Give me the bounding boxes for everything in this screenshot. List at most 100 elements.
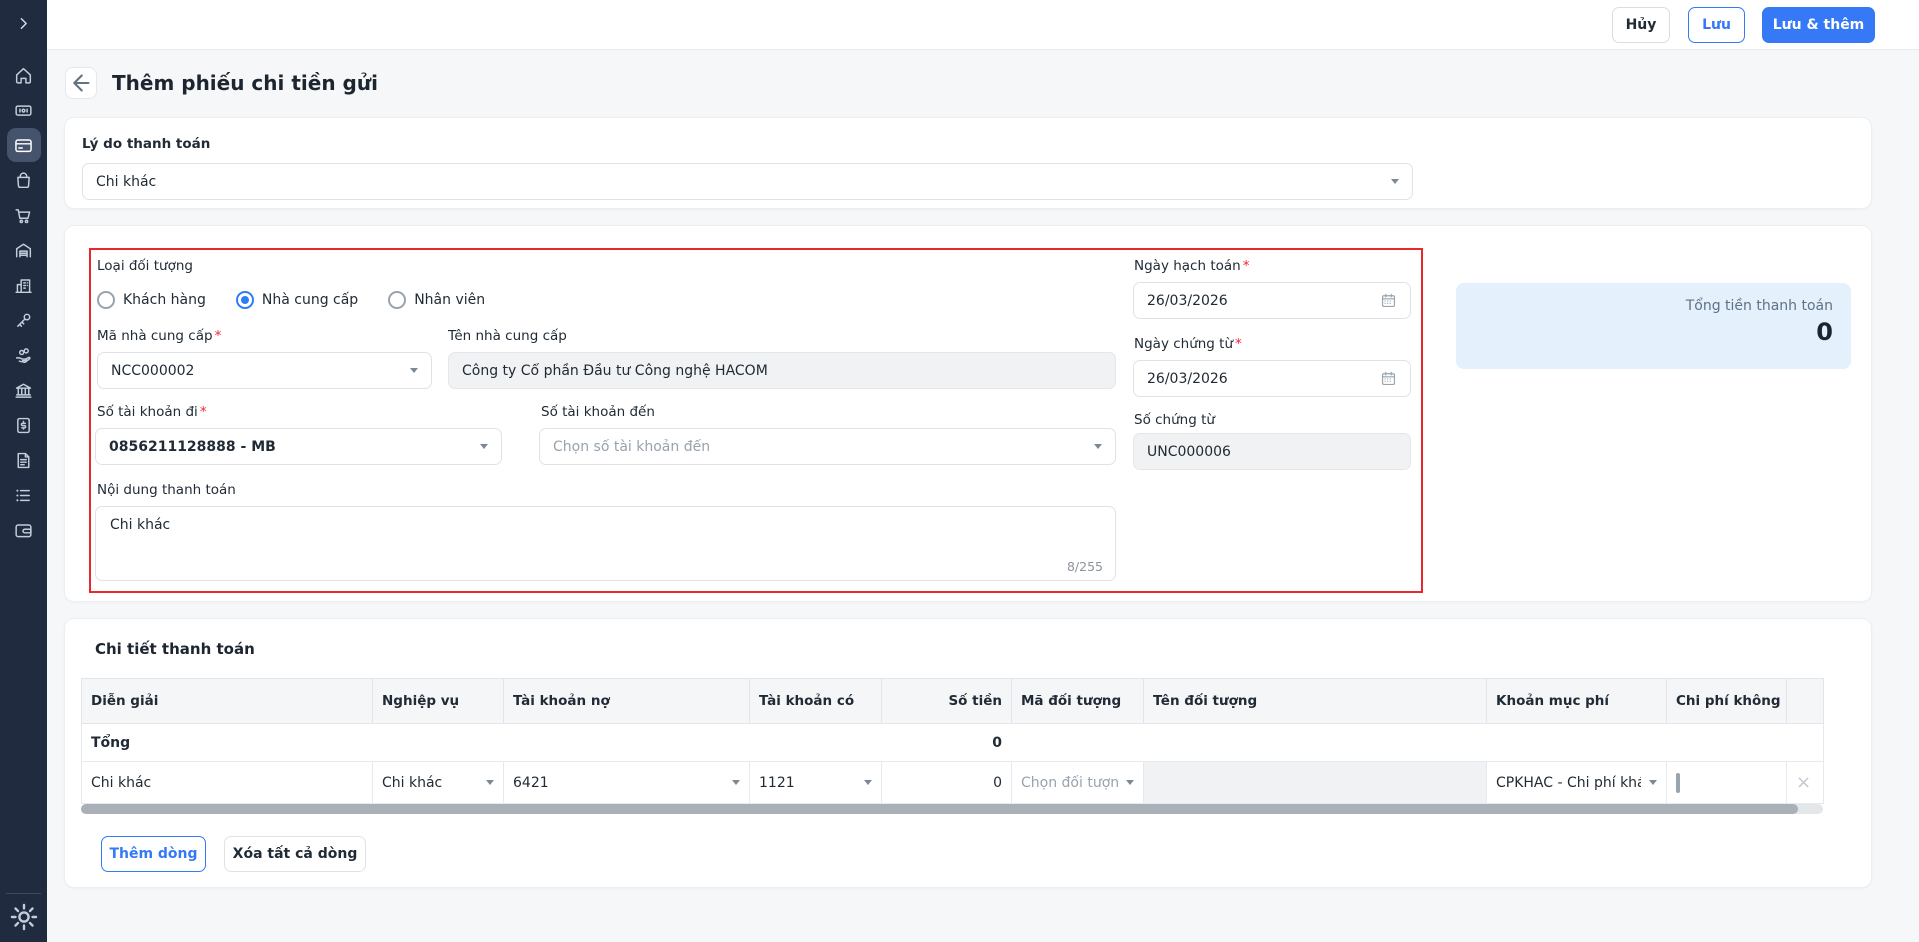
sidebar-item-bank[interactable]: [7, 373, 41, 407]
object-type-label: Loại đối tượng: [97, 258, 193, 274]
clear-rows-button[interactable]: Xóa tất cả dòng: [224, 836, 366, 872]
payment-content-value: Chi khác: [110, 517, 171, 533]
operation-value: Chi khác: [382, 774, 443, 791]
reason-label: Lý do thanh toán: [82, 136, 211, 152]
cancel-button[interactable]: Hủy: [1612, 7, 1670, 43]
invalid-expense-checkbox[interactable]: [1676, 772, 1680, 793]
sidebar-item-home[interactable]: [7, 58, 41, 92]
radio-employee[interactable]: Nhân viên: [388, 291, 485, 309]
account-to-select[interactable]: Chọn số tài khoản đến: [539, 428, 1116, 465]
back-button[interactable]: [65, 67, 97, 99]
sidebar-item-purchase[interactable]: [7, 198, 41, 232]
cell-debit-select[interactable]: 6421: [503, 761, 750, 804]
details-table: Diễn giải Nghiệp vụ Tài khoản nợ Tài kho…: [81, 678, 1824, 804]
sidebar-item-company[interactable]: [7, 268, 41, 302]
char-counter: 8/255: [1066, 559, 1103, 574]
posting-date-input[interactable]: 26/03/2026: [1133, 282, 1411, 319]
chevron-down-icon: [1391, 179, 1399, 184]
sidebar-item-cash-fund[interactable]: [7, 408, 41, 442]
payment-content-textarea[interactable]: Chi khác 8/255: [95, 506, 1116, 581]
calendar-icon[interactable]: [1380, 370, 1397, 387]
shopping-cart-icon: [15, 208, 31, 223]
chevron-down-icon: [1094, 444, 1102, 449]
radio-selected-icon: [235, 291, 254, 309]
shopping-bag-icon: [17, 171, 30, 188]
list-icon: [16, 489, 30, 501]
col-fee-item: Khoản mục phí: [1486, 678, 1667, 724]
payment-content-label: Nội dung thanh toán: [97, 482, 236, 498]
col-actions: [1786, 678, 1824, 724]
radio-customer[interactable]: Khách hàng: [97, 291, 206, 309]
expand-sidebar-icon[interactable]: [13, 13, 35, 35]
required-mark: *: [214, 328, 222, 344]
document-icon: [17, 452, 30, 468]
horizontal-scrollbar: [81, 804, 1823, 814]
total-summary-label: Tổng tiền thanh toán: [1685, 298, 1833, 314]
sidebar-divider: [6, 893, 41, 894]
sidebar-item-salary[interactable]: [7, 338, 41, 372]
cell-credit-select[interactable]: 1121: [749, 761, 882, 804]
required-mark: *: [1235, 336, 1242, 352]
sidebar-item-assets[interactable]: [7, 303, 41, 337]
reason-select[interactable]: Chi khác: [82, 163, 1413, 200]
cell-fee-select[interactable]: CPKHAC - Chi phí khác: [1486, 761, 1667, 804]
key-icon: [17, 313, 31, 327]
account-from-select[interactable]: 0856211128888 - MB: [95, 428, 502, 465]
scrollbar-thumb[interactable]: [81, 804, 1798, 814]
delete-row-button[interactable]: ×: [1786, 761, 1824, 804]
detail-row: Chi khác Chi khác 6421 1121 0 Chọn đối t…: [81, 761, 1824, 804]
reason-value: Chi khác: [96, 173, 157, 190]
sidebar-item-reports[interactable]: [7, 478, 41, 512]
cell-description[interactable]: Chi khác: [81, 761, 373, 804]
supplier-name-input: Công ty Cổ phần Đầu tư Công nghệ HACOM: [448, 352, 1116, 389]
home-icon: [15, 67, 32, 84]
supplier-code-select[interactable]: NCC000002: [97, 352, 432, 389]
save-button[interactable]: Lưu: [1688, 7, 1745, 43]
document-date-input[interactable]: 26/03/2026: [1133, 360, 1411, 397]
total-summary-value: 0: [1816, 318, 1833, 346]
invoice-dollar-icon: [17, 417, 30, 433]
supplier-name-label: Tên nhà cung cấp: [448, 328, 567, 344]
cell-object-select[interactable]: Chọn đối tượng: [1011, 761, 1144, 804]
radio-supplier[interactable]: Nhà cung cấp: [235, 291, 358, 309]
credit-value: 1121: [759, 774, 795, 791]
calendar-icon[interactable]: [1380, 292, 1397, 309]
close-icon: ×: [1796, 771, 1812, 793]
payment-details-card: Chi tiết thanh toán Diễn giải Nghiệp vụ …: [64, 618, 1872, 888]
chevron-down-icon: [480, 444, 488, 449]
save-and-add-button[interactable]: Lưu & thêm: [1762, 7, 1875, 43]
cell-invalid-expense: [1666, 761, 1787, 804]
account-from-value: 0856211128888 - MB: [109, 438, 276, 455]
add-row-button[interactable]: Thêm dòng: [101, 836, 206, 872]
object-placeholder: Chọn đối tượng: [1021, 774, 1118, 791]
table-header-row: Diễn giải Nghiệp vụ Tài khoản nợ Tài kho…: [81, 678, 1824, 724]
col-invalid-expense: Chi phí không hợp lệ: [1666, 678, 1787, 724]
cell-operation-select[interactable]: Chi khác: [372, 761, 504, 804]
reason-card: Lý do thanh toán Chi khác: [64, 117, 1872, 209]
supplier-code-value: NCC000002: [111, 362, 195, 379]
sidebar-item-inventory[interactable]: [7, 233, 41, 267]
chevron-down-icon: [1649, 780, 1657, 785]
settings-button[interactable]: [7, 900, 41, 934]
sidebar-item-bank-deposit[interactable]: [6, 128, 41, 162]
total-row-amount: 0: [881, 723, 1012, 762]
fee-value: CPKHAC - Chi phí khác: [1496, 774, 1641, 791]
sidebar-item-wallet[interactable]: [7, 513, 41, 547]
page-title: Thêm phiếu chi tiền gửi: [112, 71, 378, 95]
sidebar-item-pos[interactable]: [7, 93, 41, 127]
sidebar-item-sales[interactable]: [7, 163, 41, 197]
document-no-input: UNC000006: [1133, 433, 1411, 470]
chevron-down-icon: [864, 780, 872, 785]
cell-amount[interactable]: 0: [881, 761, 1012, 804]
sidebar-item-documents[interactable]: [7, 443, 41, 477]
required-mark: *: [1242, 258, 1250, 274]
account-from-label: Số tài khoản đi *: [97, 404, 207, 420]
app-window: Hủy Lưu Lưu & thêm Thêm phiếu chi tiền g…: [0, 0, 1919, 942]
supplier-code-label: Mã nhà cung cấp *: [97, 328, 222, 344]
posting-date-label: Ngày hạch toán *: [1134, 258, 1250, 274]
warehouse-icon: [15, 242, 32, 258]
topbar: Hủy Lưu Lưu & thêm: [47, 0, 1919, 50]
radio-customer-label: Khách hàng: [123, 292, 206, 308]
cell-object-name: [1143, 761, 1487, 804]
supplier-name-value: Công ty Cổ phần Đầu tư Công nghệ HACOM: [462, 362, 768, 379]
